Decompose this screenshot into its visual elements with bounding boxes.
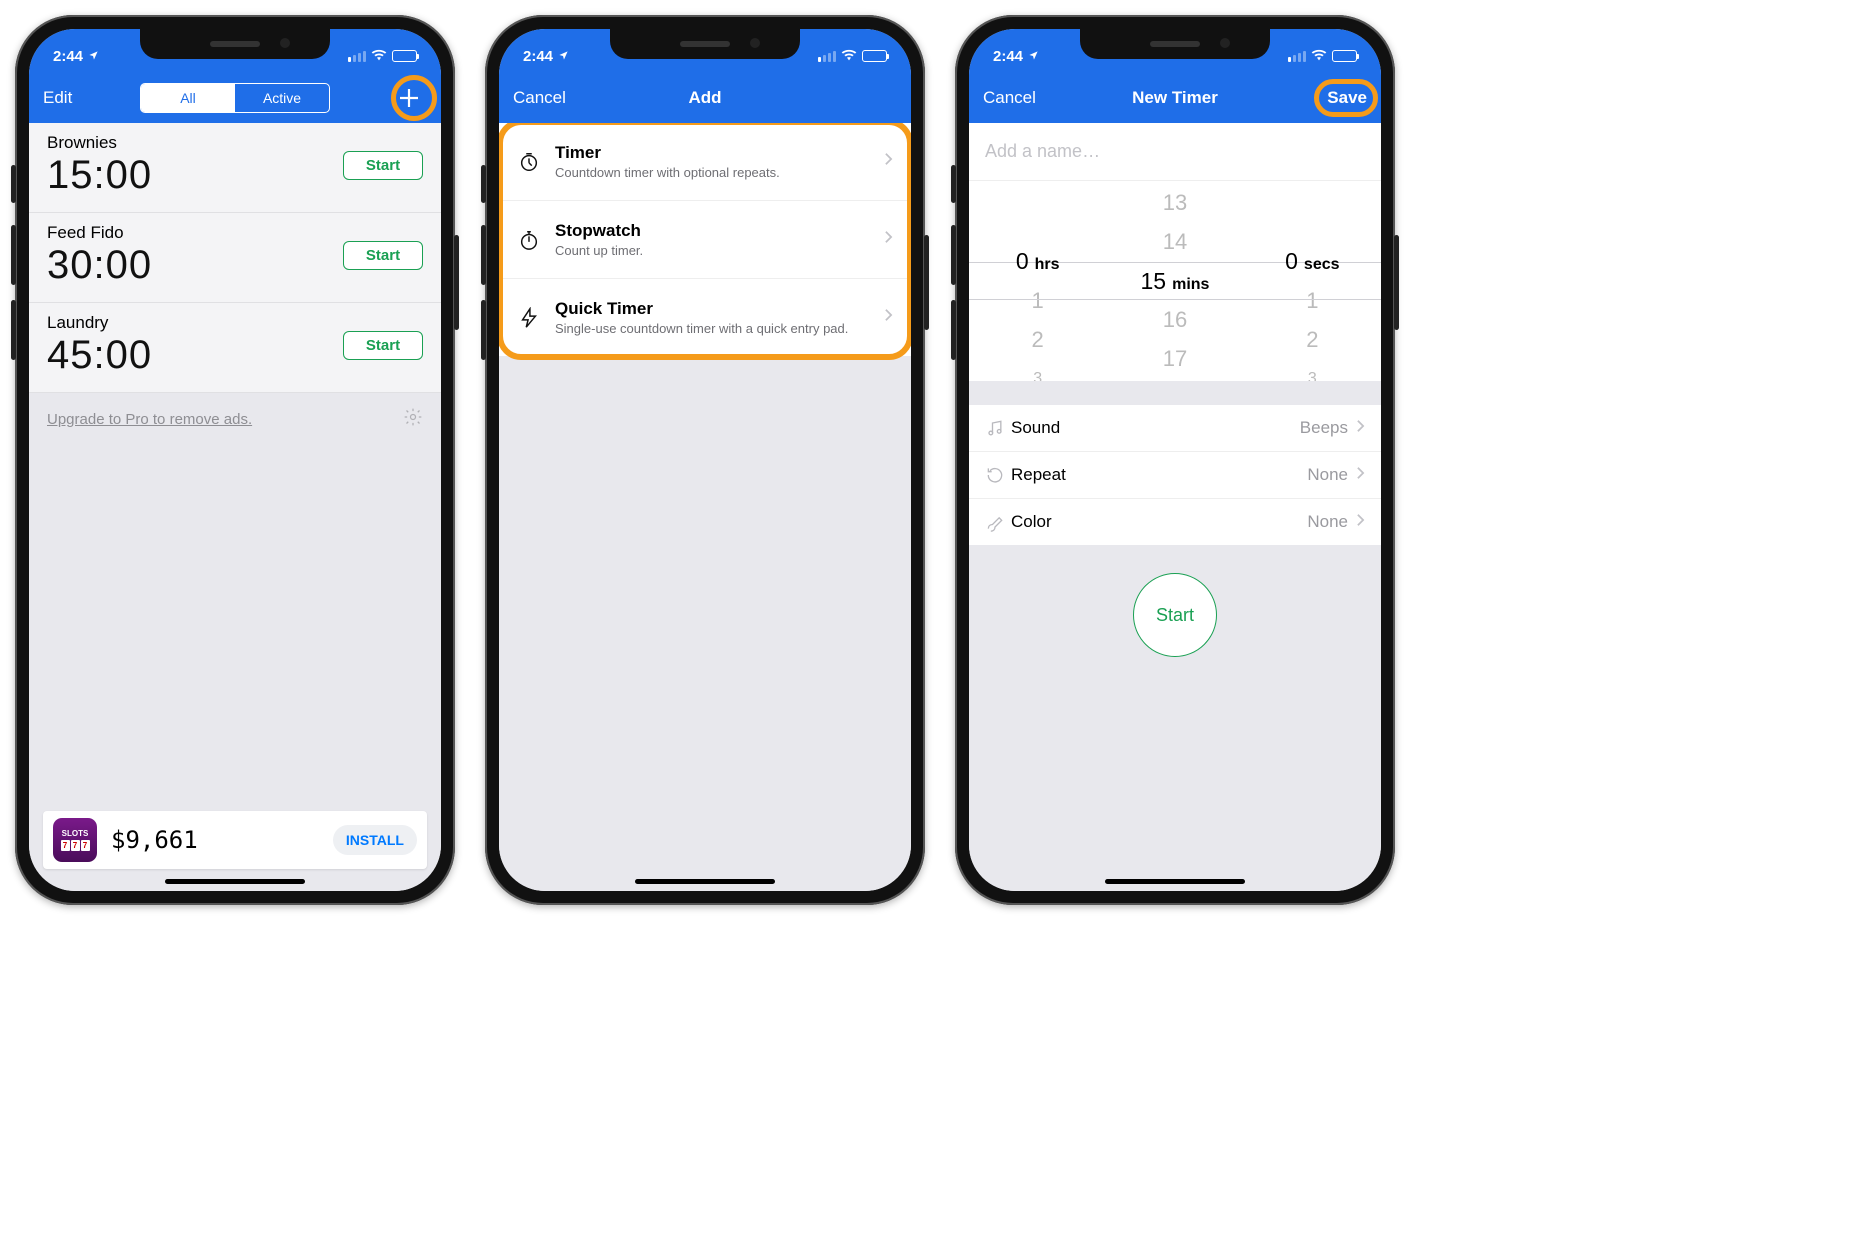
home-indicator[interactable] bbox=[1105, 879, 1245, 884]
ad-app-icon: SLOTS 7 7 7 bbox=[53, 818, 97, 862]
timer-icon bbox=[517, 151, 541, 173]
upgrade-row: Upgrade to Pro to remove ads. bbox=[29, 393, 441, 445]
location-icon bbox=[88, 48, 99, 65]
music-note-icon bbox=[985, 418, 1011, 438]
timer-name: Laundry bbox=[47, 313, 152, 333]
add-option-timer[interactable]: Timer Countdown timer with optional repe… bbox=[499, 123, 911, 201]
nav-bar: Cancel New Timer Save bbox=[969, 73, 1381, 123]
wifi-icon bbox=[1311, 48, 1327, 65]
add-type-list: Timer Countdown timer with optional repe… bbox=[499, 123, 911, 356]
timer-name: Feed Fido bbox=[47, 223, 152, 243]
battery-icon bbox=[862, 50, 887, 62]
chevron-right-icon bbox=[884, 230, 893, 249]
brush-icon bbox=[985, 512, 1011, 532]
filter-segmented-control[interactable]: All Active bbox=[140, 83, 330, 113]
home-indicator[interactable] bbox=[635, 879, 775, 884]
option-subtitle: Count up timer. bbox=[555, 243, 870, 258]
ad-banner[interactable]: SLOTS 7 7 7 $9,661 INSTALL bbox=[43, 811, 427, 869]
setting-value: None bbox=[1307, 465, 1348, 485]
add-option-stopwatch[interactable]: Stopwatch Count up timer. bbox=[499, 201, 911, 279]
option-subtitle: Single-use countdown timer with a quick … bbox=[555, 321, 870, 336]
option-title: Timer bbox=[555, 143, 870, 163]
setting-repeat[interactable]: Repeat None bbox=[969, 452, 1381, 499]
start-button[interactable]: Start bbox=[343, 151, 423, 180]
timer-list: Brownies 15:00 Start Feed Fido 30:00 Sta… bbox=[29, 123, 441, 393]
setting-sound[interactable]: Sound Beeps bbox=[969, 405, 1381, 452]
setting-label: Color bbox=[1011, 512, 1307, 532]
cell-signal-icon bbox=[1288, 51, 1306, 62]
segment-all[interactable]: All bbox=[141, 84, 235, 112]
install-button[interactable]: INSTALL bbox=[333, 825, 417, 855]
setting-color[interactable]: Color None bbox=[969, 499, 1381, 545]
battery-icon bbox=[392, 50, 417, 62]
chevron-right-icon bbox=[884, 152, 893, 171]
phone-frame-3: 2:44 Cancel New Timer Save Add a name… bbox=[955, 15, 1395, 905]
ad-price: $9,661 bbox=[111, 826, 319, 854]
timer-settings-list: Sound Beeps Repeat None Color None bbox=[969, 405, 1381, 545]
timer-name: Brownies bbox=[47, 133, 152, 153]
location-icon bbox=[558, 48, 569, 65]
setting-value: None bbox=[1307, 512, 1348, 532]
stopwatch-icon bbox=[517, 229, 541, 251]
start-button[interactable]: Start bbox=[343, 331, 423, 360]
phone-frame-1: 2:44 Edit All Active bbox=[15, 15, 455, 905]
edit-button[interactable]: Edit bbox=[43, 88, 72, 108]
nav-bar: Edit All Active bbox=[29, 73, 441, 123]
option-subtitle: Countdown timer with optional repeats. bbox=[555, 165, 870, 180]
nav-bar: Cancel Add bbox=[499, 73, 911, 123]
location-icon bbox=[1028, 48, 1039, 65]
wifi-icon bbox=[371, 48, 387, 65]
ad-icon-label: SLOTS bbox=[62, 829, 89, 838]
status-time: 2:44 bbox=[53, 48, 83, 65]
timer-time: 15:00 bbox=[47, 153, 152, 198]
cell-signal-icon bbox=[348, 51, 366, 62]
status-time: 2:44 bbox=[993, 48, 1023, 65]
cell-signal-icon bbox=[818, 51, 836, 62]
battery-icon bbox=[1332, 50, 1357, 62]
option-title: Quick Timer bbox=[555, 299, 870, 319]
option-title: Stopwatch bbox=[555, 221, 870, 241]
repeat-icon bbox=[985, 465, 1011, 485]
home-indicator[interactable] bbox=[165, 879, 305, 884]
status-time: 2:44 bbox=[523, 48, 553, 65]
save-button[interactable]: Save bbox=[1327, 88, 1367, 108]
setting-label: Sound bbox=[1011, 418, 1300, 438]
start-button-large[interactable]: Start bbox=[1133, 573, 1217, 657]
timer-name-input[interactable]: Add a name… bbox=[969, 123, 1381, 181]
gear-icon[interactable] bbox=[403, 407, 423, 431]
chevron-right-icon bbox=[1356, 512, 1365, 532]
setting-value: Beeps bbox=[1300, 418, 1348, 438]
wifi-icon bbox=[841, 48, 857, 65]
timer-time: 30:00 bbox=[47, 243, 152, 288]
timer-time: 45:00 bbox=[47, 333, 152, 378]
upgrade-link[interactable]: Upgrade to Pro to remove ads. bbox=[47, 411, 252, 428]
timer-row[interactable]: Feed Fido 30:00 Start bbox=[29, 213, 441, 303]
chevron-right-icon bbox=[1356, 465, 1365, 485]
phone-frame-2: 2:44 Cancel Add Timer Countdown timer wi… bbox=[485, 15, 925, 905]
setting-label: Repeat bbox=[1011, 465, 1307, 485]
chevron-right-icon bbox=[884, 308, 893, 327]
duration-picker[interactable]: 0hrs 1 2 3 12 13 14 15mins 16 17 18 bbox=[969, 181, 1381, 381]
timer-row[interactable]: Brownies 15:00 Start bbox=[29, 123, 441, 213]
segment-active[interactable]: Active bbox=[235, 84, 329, 112]
lightning-icon bbox=[517, 307, 541, 329]
start-button[interactable]: Start bbox=[343, 241, 423, 270]
add-button[interactable] bbox=[391, 80, 427, 116]
cancel-button[interactable]: Cancel bbox=[513, 88, 566, 108]
cancel-button[interactable]: Cancel bbox=[983, 88, 1036, 108]
add-option-quick-timer[interactable]: Quick Timer Single-use countdown timer w… bbox=[499, 279, 911, 356]
timer-row[interactable]: Laundry 45:00 Start bbox=[29, 303, 441, 393]
chevron-right-icon bbox=[1356, 418, 1365, 438]
